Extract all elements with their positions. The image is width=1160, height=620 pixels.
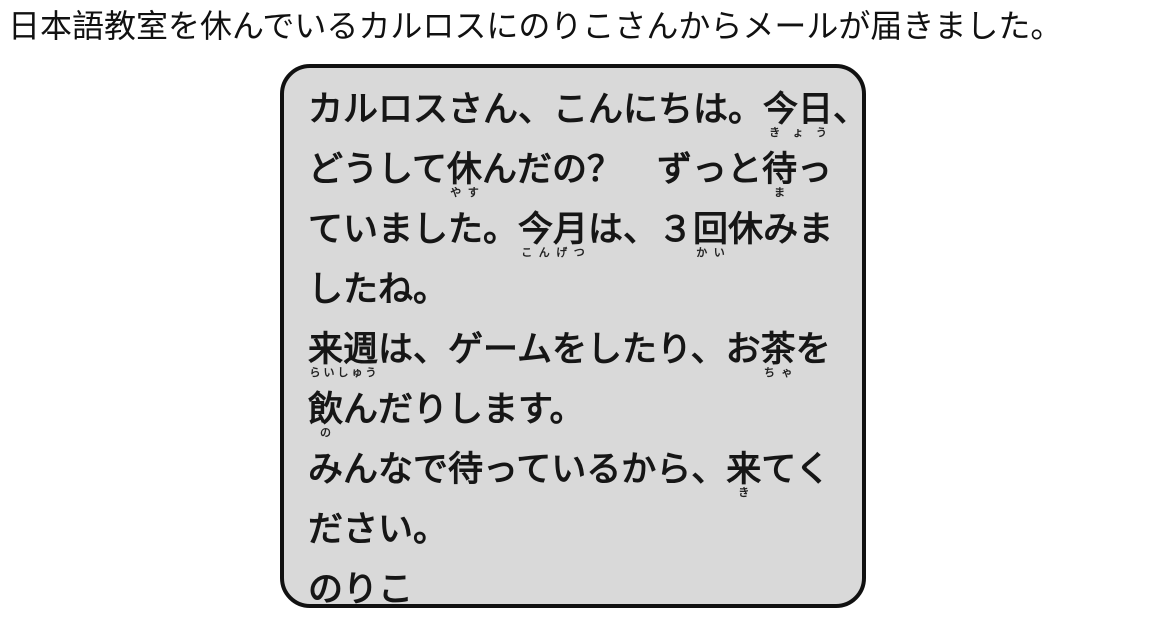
mail-line: 来週らいしゅうは、ゲームをしたり、お茶ちゃを (308, 320, 852, 380)
mail-text: みんなで待っているから、 (308, 450, 727, 490)
mail-text: んだの？ ずっと (481, 150, 762, 190)
furigana-reading: きょう (763, 126, 834, 139)
furigana-word: 休やす (446, 150, 482, 198)
furigana-reading: こんげつ (518, 246, 589, 259)
mail-line: のりこ (308, 560, 852, 620)
kanji-text: 飲 (308, 390, 344, 430)
furigana-word: 待ま (761, 150, 797, 198)
kanji-text: 来 (726, 450, 762, 490)
kanji-text: 待 (761, 150, 797, 190)
mail-text: どうして (308, 150, 447, 190)
furigana-reading: の (308, 426, 343, 439)
mail-text: てく (761, 450, 831, 490)
mail-line: どうして休やすんだの？ ずっと待まっ (308, 140, 852, 200)
mail-line: カルロスさん、こんにちは。今日きょう、 (308, 80, 868, 140)
mail-line: ださい。 (308, 500, 852, 560)
furigana-word: 来き (726, 450, 762, 498)
mail-text: したね。 (308, 270, 449, 310)
furigana-reading: き (726, 486, 762, 499)
furigana-word: 今月こんげつ (518, 210, 589, 258)
email-message-box: カルロスさん、こんにちは。今日きょう、 どうして休やすんだの？ ずっと待まっ ていま… (280, 64, 868, 610)
instruction-text: 日本語教室を休んでいるカルロスにのりこさんからメールが届きました。 (8, 7, 1063, 45)
kanji-text: 今日 (763, 90, 834, 130)
furigana-reading: かい (693, 246, 729, 259)
email-message-body: カルロスさん、こんにちは。今日きょう、 どうして休やすんだの？ ずっと待まっ ていま… (308, 80, 868, 620)
mail-text: のりこ (308, 570, 414, 610)
kanji-text: 回 (693, 210, 729, 250)
furigana-reading: ちゃ (760, 366, 796, 379)
mail-text: を (795, 330, 831, 370)
mail-text: は、ゲームをしたり、お (378, 330, 761, 370)
mail-text: 休みま (728, 210, 834, 250)
mail-line: 飲のんだりします。 (308, 380, 852, 440)
mail-text: 、 (833, 90, 869, 130)
furigana-reading: やす (446, 186, 482, 199)
mail-text: ださい。 (308, 510, 449, 550)
mail-text: んだりします。 (343, 390, 585, 430)
furigana-reading: ま (761, 186, 797, 199)
furigana-word: 飲の (308, 390, 344, 438)
furigana-word: 来週らいしゅう (308, 330, 379, 378)
furigana-word: 茶ちゃ (760, 330, 796, 378)
kanji-text: 来週 (308, 330, 379, 370)
mail-line: したね。 (308, 260, 852, 320)
mail-text: は、３ (588, 210, 694, 250)
kanji-text: 今月 (518, 210, 589, 250)
mail-text: ていました。 (308, 210, 519, 250)
furigana-word: 回かい (693, 210, 729, 258)
mail-text: っ (797, 150, 833, 190)
furigana-reading: らいしゅう (308, 366, 379, 379)
kanji-text: 茶 (760, 330, 796, 370)
mail-text: カルロスさん、こんにちは。 (308, 90, 764, 130)
mail-line: みんなで待っているから、来きてく (308, 440, 852, 500)
kanji-text: 休 (446, 150, 482, 190)
mail-line: ていました。今月こんげつは、３回かい休みま (308, 200, 852, 260)
furigana-word: 今日きょう (763, 90, 834, 138)
